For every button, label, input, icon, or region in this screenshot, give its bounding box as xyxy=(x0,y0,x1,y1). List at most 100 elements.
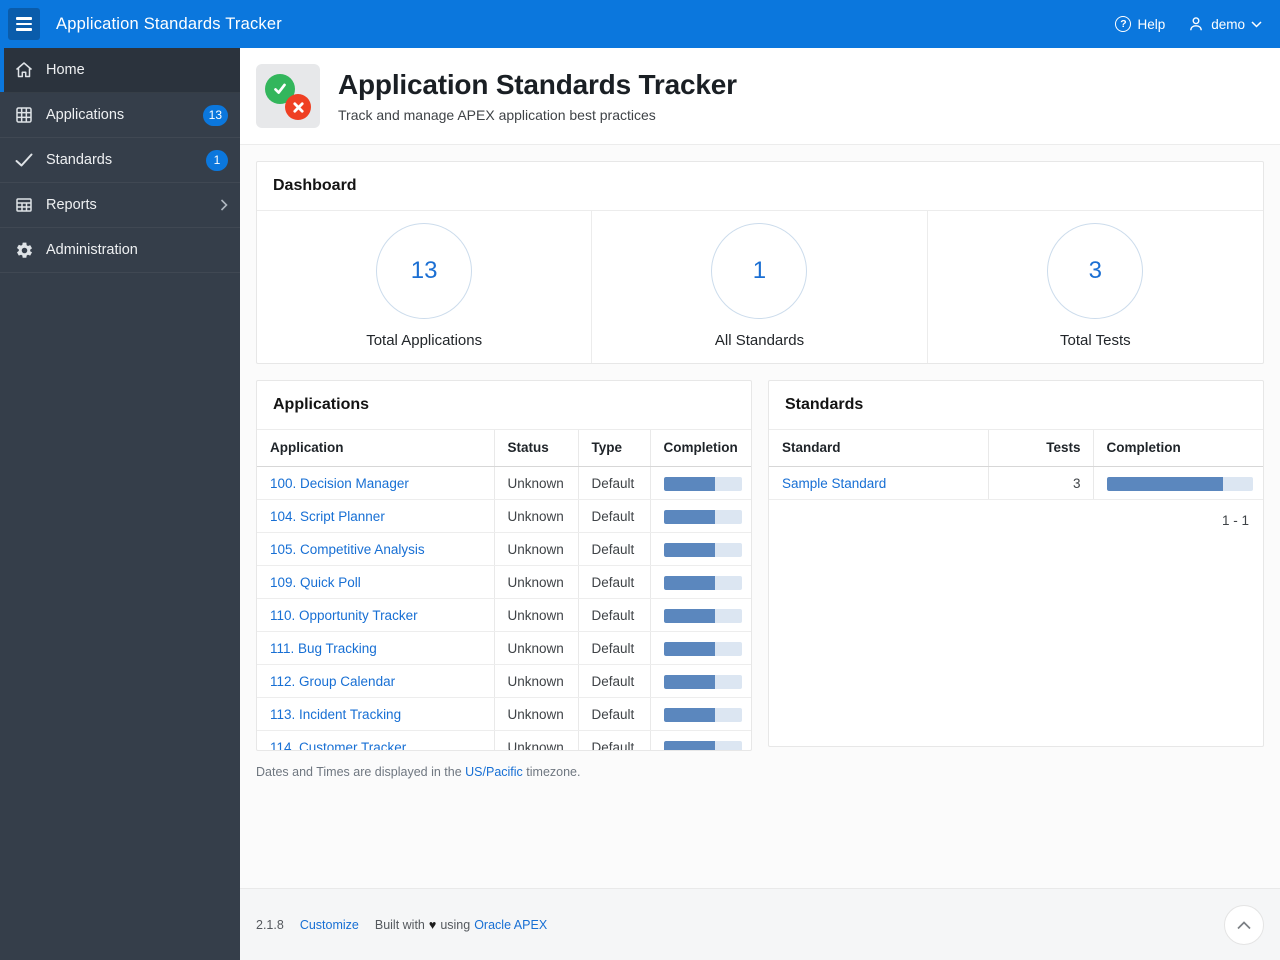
main-content: Application Standards Tracker Track and … xyxy=(240,48,1280,888)
table-row: 100. Decision Manager Unknown Default xyxy=(257,466,751,500)
metric-total-applications: 13 Total Applications xyxy=(257,211,593,363)
completion-cell xyxy=(649,697,751,731)
check-icon xyxy=(14,150,34,170)
built-with-text: Built with ♥ using Oracle APEX xyxy=(374,917,548,932)
table-row: Sample Standard 3 xyxy=(769,466,1263,500)
page-title: Application Standards Tracker xyxy=(338,69,737,100)
chevron-down-icon xyxy=(1251,20,1262,28)
application-link[interactable]: 109. Quick Poll xyxy=(270,575,361,590)
customize-link[interactable]: Customize xyxy=(300,918,359,932)
completion-cell xyxy=(649,565,751,599)
completion-bar xyxy=(663,509,742,524)
column-header-type[interactable]: Type xyxy=(577,430,650,467)
column-header-completion[interactable]: Completion xyxy=(1092,430,1263,467)
sidebar-item-applications[interactable]: Applications 13 xyxy=(0,93,240,138)
help-link[interactable]: ? Help xyxy=(1115,16,1165,32)
column-header-tests[interactable]: Tests xyxy=(987,430,1093,467)
completion-bar xyxy=(663,641,742,656)
sidebar-item-home[interactable]: Home xyxy=(0,48,240,93)
status-cell: Unknown xyxy=(493,499,578,533)
applications-count-badge: 13 xyxy=(202,104,228,126)
completion-cell xyxy=(649,499,751,533)
completion-cell xyxy=(649,532,751,566)
table-icon xyxy=(14,195,34,215)
standards-count-badge: 1 xyxy=(206,149,228,171)
sidebar-item-label: Administration xyxy=(46,242,138,258)
user-menu[interactable]: demo xyxy=(1187,15,1262,33)
application-link[interactable]: 111. Bug Tracking xyxy=(270,641,377,656)
pagination-label: 1 - 1 xyxy=(1221,513,1249,528)
status-cell: Unknown xyxy=(493,532,578,566)
applications-tbody: 100. Decision Manager Unknown Default 104. … xyxy=(257,466,751,750)
status-cell: Unknown xyxy=(493,598,578,632)
standard-link[interactable]: Sample Standard xyxy=(782,476,886,491)
application-link[interactable]: 114. Customer Tracker xyxy=(270,740,406,750)
oracle-apex-link[interactable]: Oracle APEX xyxy=(474,918,547,932)
type-cell: Default xyxy=(577,730,650,750)
sidebar-item-reports[interactable]: Reports xyxy=(0,183,240,228)
column-header-completion[interactable]: Completion xyxy=(649,430,751,467)
timezone-link[interactable]: US/Pacific xyxy=(465,765,523,779)
completion-bar xyxy=(663,740,742,750)
application-link[interactable]: 105. Competitive Analysis xyxy=(270,542,425,557)
metric-value: 13 xyxy=(410,257,438,284)
completion-bar xyxy=(1106,476,1253,491)
metric-value: 1 xyxy=(752,257,767,284)
timezone-note: Dates and Times are displayed in the US/… xyxy=(256,765,581,779)
completion-cell xyxy=(649,631,751,665)
application-link[interactable]: 112. Group Calendar xyxy=(270,674,395,689)
scroll-to-top-button[interactable] xyxy=(1224,905,1264,945)
completion-bar xyxy=(663,542,742,557)
completion-cell xyxy=(649,664,751,698)
metric-label: Total Tests xyxy=(1060,332,1131,349)
hamburger-icon xyxy=(16,17,32,20)
table-row: 105. Competitive Analysis Unknown Default xyxy=(257,532,751,566)
completion-bar xyxy=(663,476,742,491)
table-row: 111. Bug Tracking Unknown Default xyxy=(257,631,751,665)
page-title-bar: Application Standards Tracker Track and … xyxy=(240,48,1280,145)
completion-cell xyxy=(649,598,751,632)
sidebar: Home Applications 13 Standards 1 Reports… xyxy=(0,48,240,960)
sidebar-item-standards[interactable]: Standards 1 xyxy=(0,138,240,183)
column-header-status[interactable]: Status xyxy=(493,430,578,467)
applications-table: Application Status Type Completion 100. … xyxy=(257,430,751,750)
metric-label: Total Applications xyxy=(366,332,483,349)
user-icon xyxy=(1190,17,1203,31)
type-cell: Default xyxy=(577,598,650,632)
sidebar-item-label: Applications xyxy=(46,107,125,123)
type-cell: Default xyxy=(577,565,650,599)
completion-cell xyxy=(649,466,751,500)
application-link[interactable]: 110. Opportunity Tracker xyxy=(270,608,418,623)
column-header-application[interactable]: Application xyxy=(257,430,494,467)
status-cell: Unknown xyxy=(493,664,578,698)
grid-icon xyxy=(14,105,34,125)
status-cell: Unknown xyxy=(493,565,578,599)
version-label: 2.1.8 xyxy=(256,917,284,932)
sidebar-toggle-button[interactable] xyxy=(8,8,40,40)
dashboard-metrics: 13 Total Applications 1 All Standards 3 … xyxy=(257,211,1263,363)
application-link[interactable]: 100. Decision Manager xyxy=(270,476,409,491)
gear-icon xyxy=(14,240,34,260)
type-cell: Default xyxy=(577,532,650,566)
sidebar-item-label: Standards xyxy=(46,152,113,168)
table-row: 110. Opportunity Tracker Unknown Default xyxy=(257,598,751,632)
application-link[interactable]: 113. Incident Tracking xyxy=(270,707,401,722)
error-circle-icon xyxy=(285,94,311,120)
dashboard-region: Dashboard 13 Total Applications 1 All St… xyxy=(256,161,1264,364)
user-name: demo xyxy=(1211,16,1245,32)
metric-value: 3 xyxy=(1088,257,1102,284)
tests-cell: 3 xyxy=(987,466,1093,500)
column-header-standard[interactable]: Standard xyxy=(769,430,988,467)
application-link[interactable]: 104. Script Planner xyxy=(270,509,385,524)
standards-region: Standards Standard Tests Completion Samp… xyxy=(768,380,1264,747)
standards-region-title: Standards xyxy=(769,381,1263,430)
type-cell: Default xyxy=(577,631,650,665)
completion-bar xyxy=(663,575,742,590)
completion-bar xyxy=(663,707,742,722)
sidebar-item-label: Home xyxy=(46,62,85,78)
table-row: 112. Group Calendar Unknown Default xyxy=(257,664,751,698)
table-row: 109. Quick Poll Unknown Default xyxy=(257,565,751,599)
help-icon: ? xyxy=(1115,16,1132,32)
table-row: 114. Customer Tracker Unknown Default xyxy=(257,730,751,750)
sidebar-item-administration[interactable]: Administration xyxy=(0,228,240,273)
